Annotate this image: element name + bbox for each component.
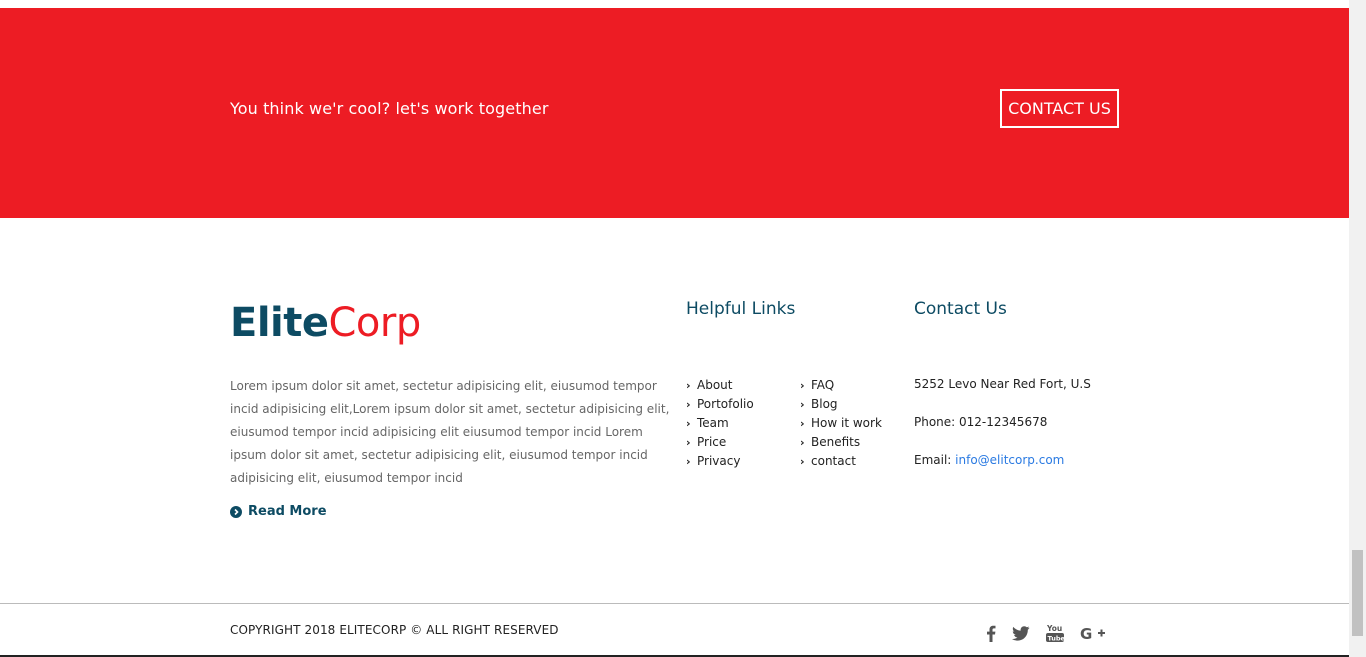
- link-portofolio[interactable]: › Portofolio: [686, 395, 754, 414]
- about-text: Lorem ipsum dolor sit amet, sectetur adi…: [230, 379, 670, 485]
- chevron-right-icon: ›: [686, 398, 691, 411]
- link-benefits[interactable]: › Benefits: [800, 433, 882, 452]
- link-privacy[interactable]: › Privacy: [686, 452, 754, 471]
- link-contact[interactable]: › contact: [800, 452, 882, 471]
- social-links: You Tube G: [986, 623, 1106, 647]
- twitter-icon[interactable]: [1012, 625, 1030, 645]
- helpful-links-title: Helpful Links: [686, 299, 796, 319]
- svg-text:G: G: [1080, 625, 1092, 641]
- brand-logo[interactable]: EliteCorp: [230, 300, 421, 346]
- chevron-right-icon: ›: [800, 379, 805, 392]
- facebook-icon[interactable]: [986, 625, 996, 646]
- link-label: contact: [811, 454, 856, 468]
- contact-email: Email: info@elitcorp.com: [914, 453, 1064, 467]
- link-label: How it work: [811, 416, 882, 430]
- chevron-right-icon: ›: [800, 398, 805, 411]
- contact-email-label: Email:: [914, 453, 956, 467]
- google-plus-icon[interactable]: G: [1080, 625, 1106, 645]
- svg-text:You: You: [1046, 624, 1062, 633]
- brand-logo-part2: Corp: [328, 300, 422, 346]
- link-label: Privacy: [697, 454, 741, 468]
- read-more-label: Read More: [248, 504, 327, 519]
- link-label: Price: [697, 435, 727, 449]
- link-label: About: [697, 378, 733, 392]
- page-scrollbar[interactable]: [1349, 0, 1366, 657]
- contact-address: 5252 Levo Near Red Fort, U.S: [914, 377, 1091, 391]
- link-price[interactable]: › Price: [686, 433, 754, 452]
- chevron-right-icon: ›: [800, 417, 805, 430]
- cta-banner: You think we'r cool? let's work together…: [0, 8, 1349, 218]
- helpful-links-col1: › About › Portofolio › Team › Price › Privacy: [686, 376, 754, 471]
- youtube-icon[interactable]: You Tube: [1046, 623, 1066, 647]
- chevron-right-icon: ›: [686, 436, 691, 449]
- link-team[interactable]: › Team: [686, 414, 754, 433]
- copyright-text: COPYRIGHT 2018 ELITECORP © ALL RIGHT RES…: [230, 623, 559, 637]
- read-more-link[interactable]: Read More: [230, 504, 327, 519]
- link-label: FAQ: [811, 378, 835, 392]
- link-how-it-work[interactable]: › How it work: [800, 414, 882, 433]
- page: You think we'r cool? let's work together…: [0, 0, 1349, 657]
- link-label: Team: [697, 416, 729, 430]
- brand-logo-part1: Elite: [230, 300, 329, 346]
- chevron-right-icon: ›: [686, 455, 691, 468]
- contact-email-link[interactable]: info@elitcorp.com: [955, 453, 1064, 467]
- footer-divider: [0, 603, 1349, 604]
- chevron-right-icon: ›: [686, 379, 691, 392]
- chevron-right-icon: ›: [800, 455, 805, 468]
- link-blog[interactable]: › Blog: [800, 395, 882, 414]
- chevron-circle-right-icon: [230, 505, 242, 518]
- contact-phone: Phone: 012-12345678: [914, 415, 1048, 429]
- cta-text: You think we'r cool? let's work together: [230, 99, 549, 118]
- chevron-right-icon: ›: [686, 417, 691, 430]
- helpful-links-col2: › FAQ › Blog › How it work › Benefits › conta…: [800, 376, 882, 471]
- scrollbar-thumb[interactable]: [1352, 550, 1363, 636]
- contact-us-title: Contact Us: [914, 299, 1007, 319]
- link-label: Benefits: [811, 435, 861, 449]
- link-faq[interactable]: › FAQ: [800, 376, 882, 395]
- chevron-right-icon: ›: [800, 436, 805, 449]
- svg-text:Tube: Tube: [1048, 634, 1065, 642]
- link-label: Blog: [811, 397, 838, 411]
- link-about[interactable]: › About: [686, 376, 754, 395]
- contact-us-button[interactable]: CONTACT US: [1000, 89, 1119, 128]
- link-label: Portofolio: [697, 397, 754, 411]
